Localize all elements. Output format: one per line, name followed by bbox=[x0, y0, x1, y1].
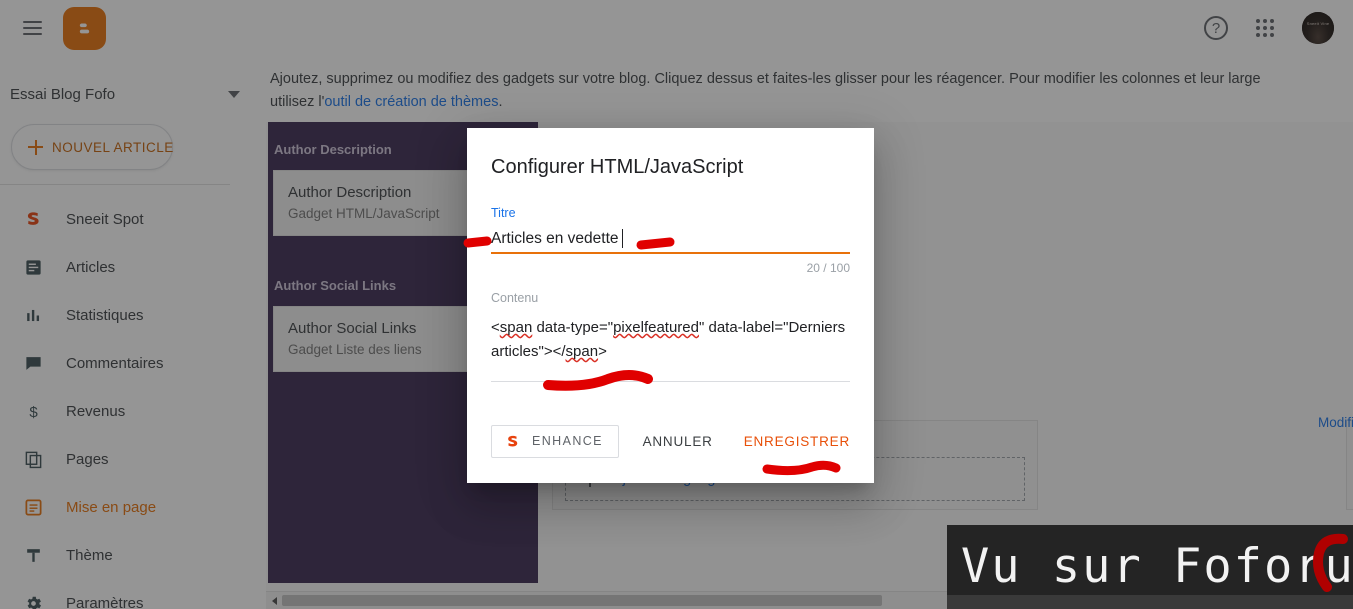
content-part-2: data-type=" bbox=[532, 319, 614, 336]
watermark-banner: Vu sur Foforum bbox=[947, 525, 1353, 609]
dialog-actions: ENHANCE ANNULER ENREGISTRER bbox=[467, 399, 874, 483]
title-char-counter: 20 / 100 bbox=[806, 261, 850, 275]
content-part-1: < bbox=[491, 319, 500, 336]
title-field-label: Titre bbox=[491, 206, 516, 220]
title-input[interactable]: Articles en vedette bbox=[491, 229, 850, 254]
sneeit-s-icon bbox=[504, 433, 521, 450]
text-cursor bbox=[621, 229, 624, 248]
watermark-annotation-hook bbox=[1313, 533, 1348, 592]
screenshot-root: ? Sneeit Vine Essai Blog Fofo NOUVEL ART… bbox=[0, 0, 1353, 609]
title-field-group: Titre Articles en vedette 20 / 100 bbox=[467, 206, 874, 275]
title-input-value: Articles en vedette bbox=[491, 230, 619, 247]
dialog-primary-actions: ANNULER ENREGISTRER bbox=[643, 434, 850, 449]
save-button[interactable]: ENREGISTRER bbox=[744, 434, 850, 449]
content-textarea-value: <span data-type="pixelfeatured" data-lab… bbox=[491, 316, 850, 364]
content-field-label: Contenu bbox=[491, 291, 539, 305]
dialog-title: Configurer HTML/JavaScript bbox=[491, 156, 744, 178]
content-part-4: > bbox=[598, 343, 607, 360]
enhance-label: ENHANCE bbox=[532, 434, 603, 448]
configure-gadget-dialog: Configurer HTML/JavaScript Titre Article… bbox=[467, 128, 874, 483]
cancel-button[interactable]: ANNULER bbox=[643, 434, 713, 449]
content-field-group: Contenu <span data-type="pixelfeatured" … bbox=[467, 291, 874, 382]
content-misspelled-span-tag: span bbox=[499, 319, 533, 336]
enhance-button[interactable]: ENHANCE bbox=[491, 424, 619, 458]
content-textarea[interactable]: <span data-type="pixelfeatured" data-lab… bbox=[491, 316, 850, 382]
content-misspelled-span-close: span bbox=[565, 343, 599, 360]
content-misspelled-pixelfeatured: pixelfeatured bbox=[613, 319, 699, 336]
